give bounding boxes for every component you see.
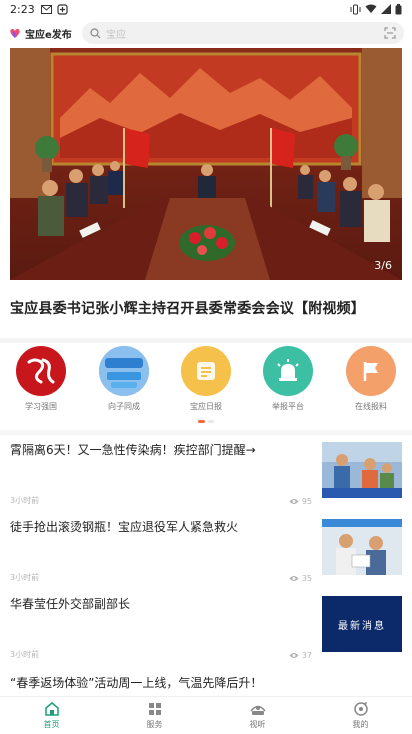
quick-nav-label: 宝应日报: [190, 402, 222, 411]
quick-nav-pagination: [0, 420, 412, 423]
quick-nav-label: 举报平台: [272, 402, 304, 411]
quick-nav-label: 向子同成: [108, 402, 140, 411]
news-time: 3小时前: [10, 573, 40, 582]
xuexi-logo-icon: [16, 346, 66, 396]
pagination-dot: [198, 420, 205, 423]
quick-nav-report[interactable]: 举报平台: [253, 346, 323, 412]
news-views: 95: [289, 497, 312, 506]
news-views: 35: [289, 574, 312, 583]
newspaper-icon: [181, 346, 231, 396]
tab-media[interactable]: 视听: [206, 697, 309, 734]
quick-nav-cloud[interactable]: 向子同成: [89, 346, 159, 412]
news-title: 华春莹任外交部副部长: [10, 597, 131, 611]
vibrate-icon: [350, 4, 361, 14]
news-title: 徒手抢出滚烫钢瓶！宝应退役军人紧急救火: [10, 520, 239, 534]
tab-profile[interactable]: 我的: [309, 697, 412, 734]
tab-label: 视听: [249, 720, 266, 729]
news-views-count: 37: [301, 651, 312, 660]
wifi-icon: [365, 4, 377, 13]
banner-headline[interactable]: 宝应县委书记张小辉主持召开县委常委会会议【附视频】: [10, 298, 402, 318]
quick-nav-newspaper[interactable]: 宝应日报: [171, 346, 241, 412]
news-item[interactable]: 霄隔离6天！又一急性传染病！疾控部门提醒→ 3小时前 95: [10, 442, 402, 506]
brand-logo-icon: [10, 28, 20, 38]
home-icon: [44, 702, 59, 716]
banner-carousel[interactable]: 3/6: [10, 48, 402, 280]
quick-nav: 学习强国 向子同成 宝应日报 举报平台 在线报料: [0, 346, 412, 416]
news-title[interactable]: “春季返场体验”活动周一上线，气温先降后升！: [10, 674, 402, 691]
search-placeholder: 宝应: [106, 29, 126, 41]
cloud-logo-icon: [99, 346, 149, 396]
tab-label: 首页: [43, 720, 60, 729]
app-icon: [57, 3, 68, 15]
thumbnail-caption: 最新消息: [338, 620, 386, 632]
banner-page-indicator: 3/6: [374, 259, 392, 272]
search-input[interactable]: 宝应: [82, 22, 404, 44]
quick-nav-submit[interactable]: 在线报料: [336, 346, 406, 412]
news-views: 37: [289, 651, 312, 660]
quick-nav-label: 学习强国: [25, 402, 57, 411]
news-thumbnail: [322, 519, 402, 575]
quick-nav-xuexi[interactable]: 学习强国: [6, 346, 76, 412]
scan-icon[interactable]: [384, 27, 396, 39]
mail-icon: [40, 4, 52, 14]
brand: 宝应e发布: [8, 26, 78, 41]
grid-icon: [148, 703, 161, 715]
news-thumbnail: 最新消息: [322, 596, 402, 652]
tab-services[interactable]: 服务: [103, 697, 206, 734]
profile-icon: [353, 702, 368, 716]
brand-name: 宝应e发布: [25, 29, 72, 41]
news-views-count: 95: [301, 497, 312, 506]
pagination-dot: [208, 420, 214, 423]
news-time: 3小时前: [10, 650, 40, 659]
quick-nav-label: 在线报料: [355, 402, 387, 411]
search-icon: [90, 27, 101, 38]
signal-icon: [381, 4, 391, 14]
tab-label: 我的: [352, 720, 369, 729]
media-icon: [249, 705, 266, 715]
tab-bar: 首页 服务 视听 我的: [0, 696, 412, 734]
battery-icon: [395, 3, 402, 14]
eye-icon: [289, 576, 299, 581]
news-thumbnail: [322, 442, 402, 498]
news-item[interactable]: 徒手抢出滚烫钢瓶！宝应退役军人紧急救火 3小时前 35: [10, 519, 402, 583]
tab-label: 服务: [146, 720, 163, 729]
flag-icon: [346, 346, 396, 396]
news-item[interactable]: 华春莹任外交部副部长 3小时前 37 最新消息: [10, 596, 402, 660]
status-bar: 2:23: [0, 0, 412, 18]
eye-icon: [289, 499, 299, 504]
news-time: 3小时前: [10, 496, 40, 505]
section-divider: [0, 430, 412, 435]
section-divider: [0, 338, 412, 343]
news-title: 霄隔离6天！又一急性传染病！疾控部门提醒→: [10, 443, 256, 457]
banner-image: [10, 48, 402, 280]
news-views-count: 35: [301, 574, 312, 583]
tab-home[interactable]: 首页: [0, 697, 103, 734]
eye-icon: [289, 653, 299, 658]
alarm-icon: [263, 346, 313, 396]
app-header: 宝应e发布 宝应: [0, 18, 412, 48]
status-time: 2:23: [10, 2, 35, 16]
